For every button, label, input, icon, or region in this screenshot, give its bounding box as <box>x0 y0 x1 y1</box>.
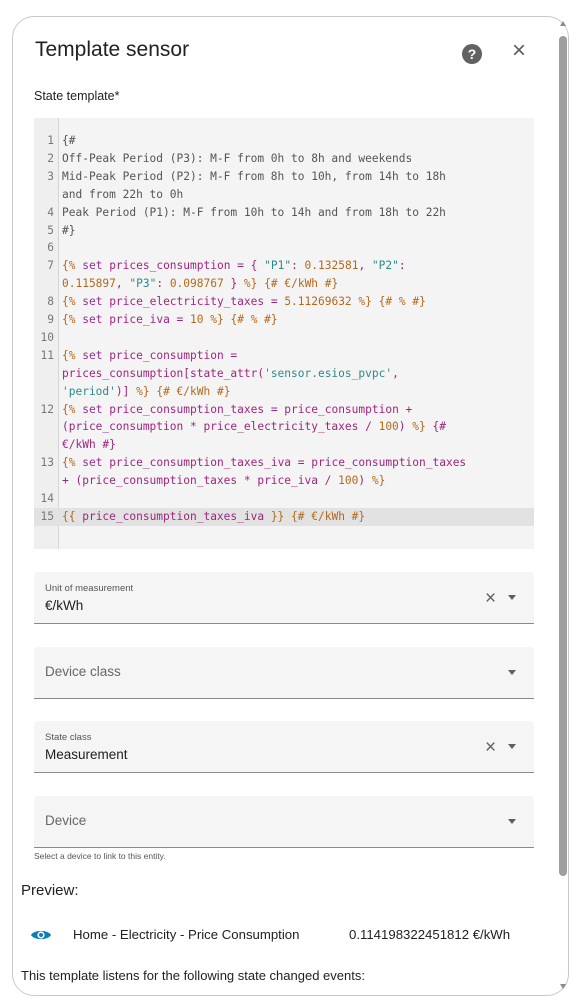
line-number: 1 <box>47 134 54 147</box>
chevron-down-icon[interactable] <box>508 595 516 600</box>
code-line[interactable]: 6 <box>34 239 534 257</box>
template-sensor-dialog: Template sensor ? × State template* 1 {# 2… <box>12 16 569 996</box>
code-line[interactable]: 4 Peak Period (P1): M-F from 10h to 14h a… <box>34 204 534 222</box>
line-number: 6 <box>47 241 54 255</box>
eye-icon <box>31 930 51 940</box>
code-line[interactable]: 10 <box>34 329 534 347</box>
code-line[interactable]: 5 #} <box>34 222 534 240</box>
unit-of-measurement-select[interactable]: Unit of measurement €/kWh × <box>34 572 534 624</box>
code-text: Off-Peak Period (P3): M-F from 0h to 8h … <box>62 151 413 165</box>
line-number: 2 <box>47 151 54 165</box>
line-number: 7 <box>47 259 54 273</box>
code-text: prices_consumption[state_attr('sensor.es… <box>62 366 399 380</box>
scrollbar-thumb[interactable] <box>559 36 567 876</box>
line-number: 13 <box>40 456 54 470</box>
code-line[interactable]: and from 22h to 0h <box>34 186 534 204</box>
code-text: Mid-Peak Period (P2): M-F from 8h to 10h… <box>62 169 446 183</box>
help-icon[interactable]: ? <box>462 44 482 64</box>
line-number: 4 <box>47 205 54 219</box>
code-text: {% set price_consumption_taxes_iva = pri… <box>62 456 467 470</box>
code-line[interactable]: 13 {% set price_consumption_taxes_iva = p… <box>34 454 534 472</box>
state-template-editor[interactable]: 1 {# 2 Off-Peak Period (P3): M-F from 0h to… <box>34 118 534 549</box>
line-number: 12 <box>40 402 54 416</box>
dialog-title: Template sensor <box>35 38 190 61</box>
code-text: + (price_consumption_taxes * price_iva /… <box>62 474 386 488</box>
preview-title: Preview: <box>21 882 79 899</box>
code-text: {% set price_electricity_taxes = 5.11269… <box>62 295 426 309</box>
code-text: Peak Period (P1): M-F from 10h to 14h an… <box>62 205 446 219</box>
clear-icon[interactable]: × <box>485 737 496 759</box>
code-line[interactable]: 9 {% set price_iva = 10 %} {# % #} <box>34 311 534 329</box>
device-select[interactable]: Device <box>34 796 534 848</box>
code-line[interactable]: 1 {# <box>34 132 534 150</box>
code-line[interactable]: 2 Off-Peak Period (P3): M-F from 0h to 8h… <box>34 150 534 168</box>
code-text: {% set price_iva = 10 %} {# % #} <box>62 313 278 326</box>
line-number: 8 <box>47 295 54 309</box>
code-text: {% set price_consumption_taxes = price_c… <box>62 402 413 416</box>
code-text: and from 22h to 0h <box>62 187 184 201</box>
state-class-value: Measurement <box>45 747 128 762</box>
unit-field-label: Unit of measurement <box>45 583 134 594</box>
line-number: 11 <box>40 348 54 362</box>
chevron-down-icon[interactable] <box>508 744 516 749</box>
code-text: #} <box>62 223 76 237</box>
code-line[interactable]: 12 {% set price_consumption_taxes = price… <box>34 401 534 419</box>
clear-icon[interactable]: × <box>485 588 496 610</box>
code-text: {% set prices_consumption = { "P1": 0.13… <box>62 259 406 273</box>
code-line[interactable]: 7 {% set prices_consumption = { "P1": 0.1… <box>34 257 534 275</box>
code-line[interactable]: 0.115897, "P3": 0.098767 } %} {# €/kWh #… <box>34 275 534 293</box>
code-text: {# <box>62 134 76 147</box>
code-line[interactable]: + (price_consumption_taxes * price_iva /… <box>34 472 534 490</box>
listen-events-text: This template listens for the following … <box>21 968 365 983</box>
unit-field-value: €/kWh <box>45 598 84 613</box>
code-line[interactable]: 'period')] %} {# €/kWh #} <box>34 383 534 401</box>
code-text: €/kWh #} <box>62 438 116 452</box>
code-text: {% set price_consumption = <box>62 348 238 362</box>
code-line[interactable]: €/kWh #} <box>34 436 534 454</box>
code-line[interactable]: 14 <box>34 490 534 508</box>
device-class-placeholder: Device class <box>45 664 121 679</box>
code-line[interactable]: 15 {{ price_consumption_taxes_iva }} {# €… <box>34 507 534 526</box>
line-number: 3 <box>47 169 54 183</box>
code-text: 'period')] %} {# €/kWh #} <box>62 384 231 398</box>
code-line[interactable]: prices_consumption[state_attr('sensor.es… <box>34 365 534 383</box>
scroll-up-arrow-icon[interactable] <box>560 21 566 26</box>
preview-entity-state: 0.114198322451812 €/kWh <box>349 927 511 942</box>
chevron-down-icon[interactable] <box>508 670 516 675</box>
code-line[interactable]: 11 {% set price_consumption = <box>34 347 534 365</box>
close-icon[interactable]: × <box>507 39 531 63</box>
preview-entity-name: Home - Electricity - Price Consumption <box>73 927 300 942</box>
code-text: {{ price_consumption_taxes_iva }} {# €/k… <box>62 509 366 523</box>
code-line[interactable]: (price_consumption * price_electricity_t… <box>34 418 534 436</box>
state-class-select[interactable]: State class Measurement × <box>34 721 534 773</box>
scroll-down-arrow-icon[interactable] <box>560 984 566 989</box>
device-helper-text: Select a device to link to this entity. <box>34 851 166 861</box>
code-line[interactable]: 3 Mid-Peak Period (P2): M-F from 8h to 10… <box>34 168 534 186</box>
scrollbar[interactable] <box>557 16 569 994</box>
line-number: 5 <box>47 223 54 237</box>
line-number: 14 <box>40 492 54 505</box>
device-placeholder: Device <box>45 813 87 828</box>
code-text: 0.115897, "P3": 0.098767 } %} {# €/kWh #… <box>62 277 339 291</box>
code-text: (price_consumption * price_electricity_t… <box>62 420 446 434</box>
device-class-select[interactable]: Device class <box>34 647 534 699</box>
line-number: 10 <box>40 330 54 344</box>
state-template-label: State template* <box>34 89 120 103</box>
state-class-label: State class <box>45 732 92 743</box>
line-number: 9 <box>47 313 54 326</box>
line-number: 15 <box>40 509 54 523</box>
code-line[interactable]: 8 {% set price_electricity_taxes = 5.1126… <box>34 293 534 311</box>
chevron-down-icon[interactable] <box>508 819 516 824</box>
